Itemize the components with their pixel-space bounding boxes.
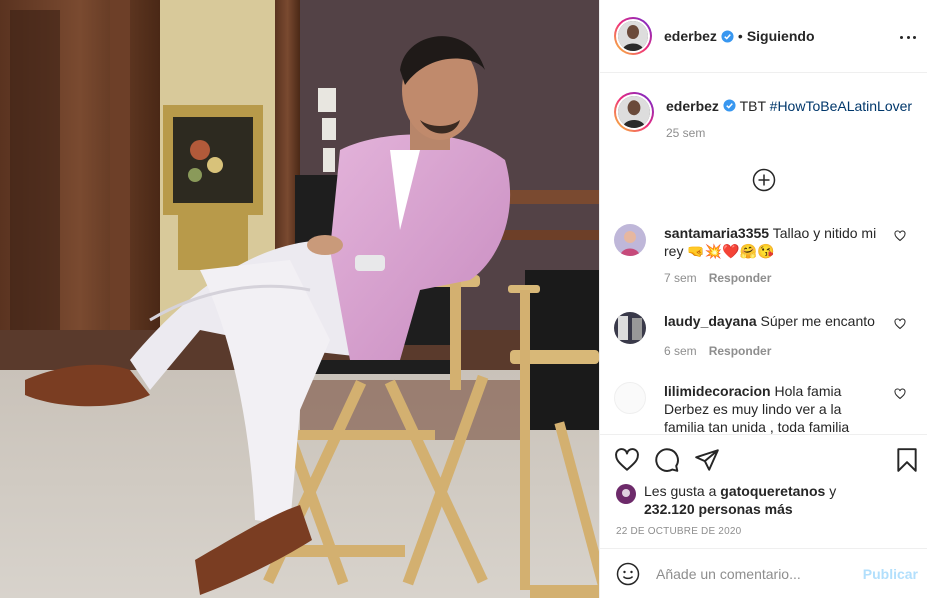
verified-badge-icon xyxy=(721,29,734,43)
post-header: ederbez • Siguiendo xyxy=(600,0,927,73)
following-button[interactable]: Siguiendo xyxy=(747,28,815,44)
comment-time[interactable]: 7 sem xyxy=(664,271,697,285)
more-options-icon[interactable] xyxy=(898,27,918,47)
photo-illustration xyxy=(0,0,599,598)
publish-button[interactable]: Publicar xyxy=(863,566,918,582)
add-comment-bar: Publicar xyxy=(600,548,927,598)
post-actions: Les gusta a gatoqueretanos y 232.120 per… xyxy=(600,434,927,548)
reply-button[interactable]: Responder xyxy=(709,344,772,358)
comment-item: lilimidecoracion Hola famia Derbez es mu… xyxy=(614,382,914,434)
verified-badge-icon xyxy=(723,99,736,112)
separator-dot: • xyxy=(737,28,743,44)
commenter-avatar[interactable] xyxy=(614,224,646,256)
comment-item: santamaria3355 Tallao y nitido mi rey 🤜💥… xyxy=(614,224,914,285)
caption-text: TBT xyxy=(739,98,766,114)
comment-like-heart-icon[interactable] xyxy=(894,318,906,330)
likes-count[interactable]: 232.120 personas más xyxy=(644,501,793,517)
comment-like-heart-icon[interactable] xyxy=(894,230,906,242)
share-icon[interactable] xyxy=(694,447,720,473)
load-more-comments-icon[interactable] xyxy=(752,168,776,192)
commenter-avatar[interactable] xyxy=(614,382,646,414)
save-bookmark-icon[interactable] xyxy=(894,447,920,473)
post-sidebar: ederbez • Siguiendo ederbez TBT #HowToBe… xyxy=(599,0,927,598)
comment-username[interactable]: laudy_dayana xyxy=(664,313,757,329)
comment-time[interactable]: 6 sem xyxy=(664,344,697,358)
avatar-image xyxy=(618,21,648,51)
emoji-icon[interactable] xyxy=(616,562,640,586)
commenter-avatar[interactable] xyxy=(614,312,646,344)
header-username[interactable]: ederbez xyxy=(664,28,717,44)
comment-item: laudy_dayana Súper me encanto 6 sem Respo… xyxy=(614,312,914,358)
likes-joiner: y xyxy=(829,483,837,499)
caption-hashtag[interactable]: #HowToBeALatinLover xyxy=(770,98,912,114)
like-heart-icon[interactable] xyxy=(614,447,640,473)
comment-input[interactable] xyxy=(656,565,856,582)
comment-text: Súper me encanto xyxy=(760,313,875,329)
reply-button[interactable]: Responder xyxy=(709,271,772,285)
comment-like-heart-icon[interactable] xyxy=(894,388,906,400)
profile-avatar[interactable] xyxy=(614,17,652,55)
caption-avatar[interactable] xyxy=(614,92,654,132)
comment-username[interactable]: lilimidecoracion xyxy=(664,383,771,399)
post-caption: ederbez TBT #HowToBeALatinLover 25 sem xyxy=(614,92,916,140)
post-date[interactable]: 22 DE OCTUBRE DE 2020 xyxy=(616,526,741,537)
caption-username[interactable]: ederbez xyxy=(666,98,719,114)
instagram-post: ederbez • Siguiendo ederbez TBT #HowToBe… xyxy=(0,0,927,598)
comments-section[interactable]: ederbez TBT #HowToBeALatinLover 25 sem s… xyxy=(600,74,927,434)
caption-time[interactable]: 25 sem xyxy=(666,126,705,140)
comment-icon[interactable] xyxy=(654,447,680,473)
liker-username[interactable]: gatoqueretanos xyxy=(720,483,825,499)
likes-summary: Les gusta a gatoqueretanos y 232.120 per… xyxy=(616,482,864,518)
post-photo[interactable] xyxy=(0,0,599,598)
comment-username[interactable]: santamaria3355 xyxy=(664,225,769,241)
liker-avatar[interactable] xyxy=(616,484,636,504)
likes-prefix: Les gusta a xyxy=(644,483,717,499)
